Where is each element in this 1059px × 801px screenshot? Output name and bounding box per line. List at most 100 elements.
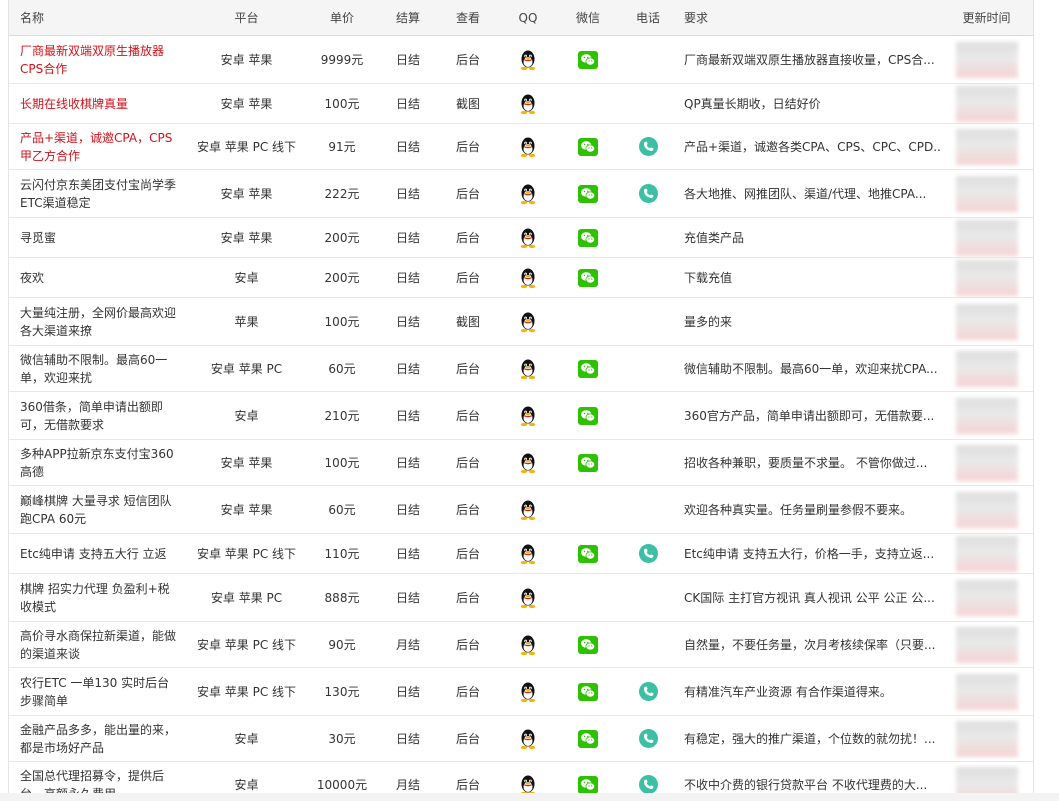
- row-platform: 安卓 苹果: [220, 97, 273, 111]
- qq-icon[interactable]: [518, 405, 538, 427]
- row-name-link[interactable]: 夜欢: [9, 269, 187, 287]
- phone-icon[interactable]: [638, 184, 658, 203]
- qq-icon[interactable]: [518, 543, 538, 565]
- wechat-icon[interactable]: [578, 228, 598, 247]
- row-view: 后台: [455, 685, 480, 699]
- qq-cell: [498, 49, 558, 71]
- qq-icon[interactable]: [518, 311, 538, 333]
- row-name-link[interactable]: 多种APP拉新京东支付宝360高德: [9, 445, 187, 481]
- qq-icon[interactable]: [518, 499, 538, 521]
- blurred-timestamp: [955, 350, 1018, 387]
- row-platform: 安卓 苹果: [220, 187, 273, 201]
- wechat-icon[interactable]: [578, 50, 598, 69]
- table-row[interactable]: 夜欢 安卓 200元 日结 后台 下载充值: [9, 258, 1033, 298]
- header-settle: 结算: [395, 11, 420, 25]
- wechat-icon[interactable]: [578, 544, 598, 563]
- wechat-icon[interactable]: [578, 729, 598, 748]
- qq-icon[interactable]: [518, 49, 538, 71]
- phone-icon[interactable]: [638, 682, 658, 701]
- table-row[interactable]: 农行ETC 一单130 实时后台步骤简单 安卓 苹果 PC 线下 130元 日结 后台 有…: [9, 668, 1033, 716]
- wechat-cell: [558, 359, 618, 378]
- row-settle: 日结: [395, 591, 420, 605]
- row-updated-blurred: [940, 350, 1033, 387]
- row-name-link[interactable]: 农行ETC 一单130 实时后台步骤简单: [9, 674, 187, 710]
- row-name-link[interactable]: 云闪付京东美团支付宝尚学季ETC渠道稳定: [9, 176, 187, 212]
- table-row[interactable]: 大量纯注册，全网价最高欢迎各大渠道来撩 苹果 100元 日结 截图 量多的来: [9, 298, 1033, 346]
- row-name-link[interactable]: 高价寻水商保拉新渠道，能做的渠道来谈: [9, 627, 187, 663]
- wechat-icon[interactable]: [578, 359, 598, 378]
- table-row[interactable]: 棋牌 招实力代理 负盈利+税收模式 安卓 苹果 PC 888元 日结 后台 CK国际 主打…: [9, 574, 1033, 622]
- wechat-icon[interactable]: [578, 137, 598, 156]
- qq-icon[interactable]: [518, 634, 538, 656]
- table-row[interactable]: 产品+渠道，诚邀CPA，CPS甲乙方合作 安卓 苹果 PC 线下 91元 日结 后台 产品…: [9, 124, 1033, 170]
- row-updated-blurred: [940, 219, 1033, 256]
- row-requirements: CK国际 主打官方视讯 真人视讯 公平 公正 公...: [684, 591, 935, 605]
- qq-cell: [498, 681, 558, 703]
- row-price: 210元: [324, 409, 360, 423]
- qq-icon[interactable]: [518, 183, 538, 205]
- row-name-link[interactable]: 寻觅蜜: [9, 229, 187, 247]
- qq-icon[interactable]: [518, 358, 538, 380]
- row-name-link[interactable]: 巅峰棋牌 大量寻求 短信团队跑CPA 60元: [9, 492, 187, 528]
- row-name-link[interactable]: Etc纯申请 支持五大行 立返: [9, 545, 187, 563]
- wechat-icon[interactable]: [578, 184, 598, 203]
- qq-icon[interactable]: [518, 267, 538, 289]
- row-updated-blurred: [940, 303, 1033, 340]
- row-price: 100元: [324, 97, 360, 111]
- row-platform: 安卓 苹果: [220, 231, 273, 245]
- wechat-icon[interactable]: [578, 682, 598, 701]
- wechat-icon[interactable]: [578, 453, 598, 472]
- table-row[interactable]: 巅峰棋牌 大量寻求 短信团队跑CPA 60元 安卓 苹果 60元 日结 后台 欢迎各种真实…: [9, 486, 1033, 534]
- row-name-link[interactable]: 棋牌 招实力代理 负盈利+税收模式: [9, 580, 187, 616]
- phone-icon[interactable]: [638, 729, 658, 748]
- qq-icon[interactable]: [518, 136, 538, 158]
- phone-icon[interactable]: [638, 137, 658, 156]
- qq-icon[interactable]: [518, 587, 538, 609]
- table-row[interactable]: 高价寻水商保拉新渠道，能做的渠道来谈 安卓 苹果 PC 线下 90元 月结 后台 自然量，…: [9, 622, 1033, 668]
- row-name-link[interactable]: 大量纯注册，全网价最高欢迎各大渠道来撩: [9, 304, 187, 340]
- row-platform: 苹果: [234, 315, 259, 329]
- table-row[interactable]: 长期在线收棋牌真量 安卓 苹果 100元 日结 截图 QP真量长期收，日结好价: [9, 84, 1033, 124]
- row-settle: 日结: [395, 732, 420, 746]
- row-name-link[interactable]: 长期在线收棋牌真量: [9, 95, 187, 113]
- wechat-icon[interactable]: [578, 775, 598, 794]
- bottom-scrollbar[interactable]: [0, 793, 1059, 801]
- row-platform: 安卓 苹果 PC 线下: [196, 685, 297, 699]
- row-platform: 安卓 苹果 PC 线下: [196, 547, 297, 561]
- row-requirements: 量多的来: [684, 315, 733, 329]
- phone-cell: [618, 137, 678, 156]
- qq-icon[interactable]: [518, 681, 538, 703]
- wechat-icon[interactable]: [578, 406, 598, 425]
- row-name-link[interactable]: 产品+渠道，诚邀CPA，CPS甲乙方合作: [9, 129, 187, 165]
- row-name-link[interactable]: 厂商最新双端双原生播放器CPS合作: [9, 42, 187, 78]
- qq-icon[interactable]: [518, 452, 538, 474]
- wechat-icon[interactable]: [578, 268, 598, 287]
- row-view: 后台: [455, 409, 480, 423]
- table-row[interactable]: 云闪付京东美团支付宝尚学季ETC渠道稳定 安卓 苹果 222元 日结 后台 各大地推、网推…: [9, 170, 1033, 218]
- table-row[interactable]: 微信辅助不限制。最高60一单，欢迎来扰 安卓 苹果 PC 60元 日结 后台 微信辅助不限…: [9, 346, 1033, 392]
- table-row[interactable]: Etc纯申请 支持五大行 立返 安卓 苹果 PC 线下 110元 日结 后台 Etc纯申请…: [9, 534, 1033, 574]
- row-price: 10000元: [316, 778, 368, 792]
- row-name-link[interactable]: 360借条，简单申请出额即可，无借款要求: [9, 398, 187, 434]
- table-row[interactable]: 金融产品多多，能出量的来，都是市场好产品 安卓 30元 日结 后台 有稳定，强大的推广渠道…: [9, 716, 1033, 762]
- row-name-link[interactable]: 微信辅助不限制。最高60一单，欢迎来扰: [9, 351, 187, 387]
- row-settle: 月结: [395, 638, 420, 652]
- header-wechat: 微信: [575, 11, 600, 25]
- qq-icon[interactable]: [518, 93, 538, 115]
- wechat-cell: [558, 228, 618, 247]
- row-price: 100元: [324, 315, 360, 329]
- phone-icon[interactable]: [638, 544, 658, 563]
- phone-icon[interactable]: [638, 775, 658, 794]
- row-name-link[interactable]: 金融产品多多，能出量的来，都是市场好产品: [9, 721, 187, 757]
- table-row[interactable]: 寻觅蜜 安卓 苹果 200元 日结 后台 充值类产品: [9, 218, 1033, 258]
- header-view: 查看: [455, 11, 480, 25]
- table-row[interactable]: 厂商最新双端双原生播放器CPS合作 安卓 苹果 9999元 日结 后台 厂商最新双端双原生…: [9, 36, 1033, 84]
- table-row[interactable]: 360借条，简单申请出额即可，无借款要求 安卓 210元 日结 后台 360官方产品，简单…: [9, 392, 1033, 440]
- table-row[interactable]: 多种APP拉新京东支付宝360高德 安卓 苹果 100元 日结 后台 招收各种兼职，要质量…: [9, 440, 1033, 486]
- qq-icon[interactable]: [518, 227, 538, 249]
- blurred-timestamp: [955, 626, 1018, 663]
- blurred-timestamp: [955, 491, 1018, 528]
- blurred-timestamp: [955, 303, 1018, 340]
- wechat-icon[interactable]: [578, 635, 598, 654]
- qq-icon[interactable]: [518, 728, 538, 750]
